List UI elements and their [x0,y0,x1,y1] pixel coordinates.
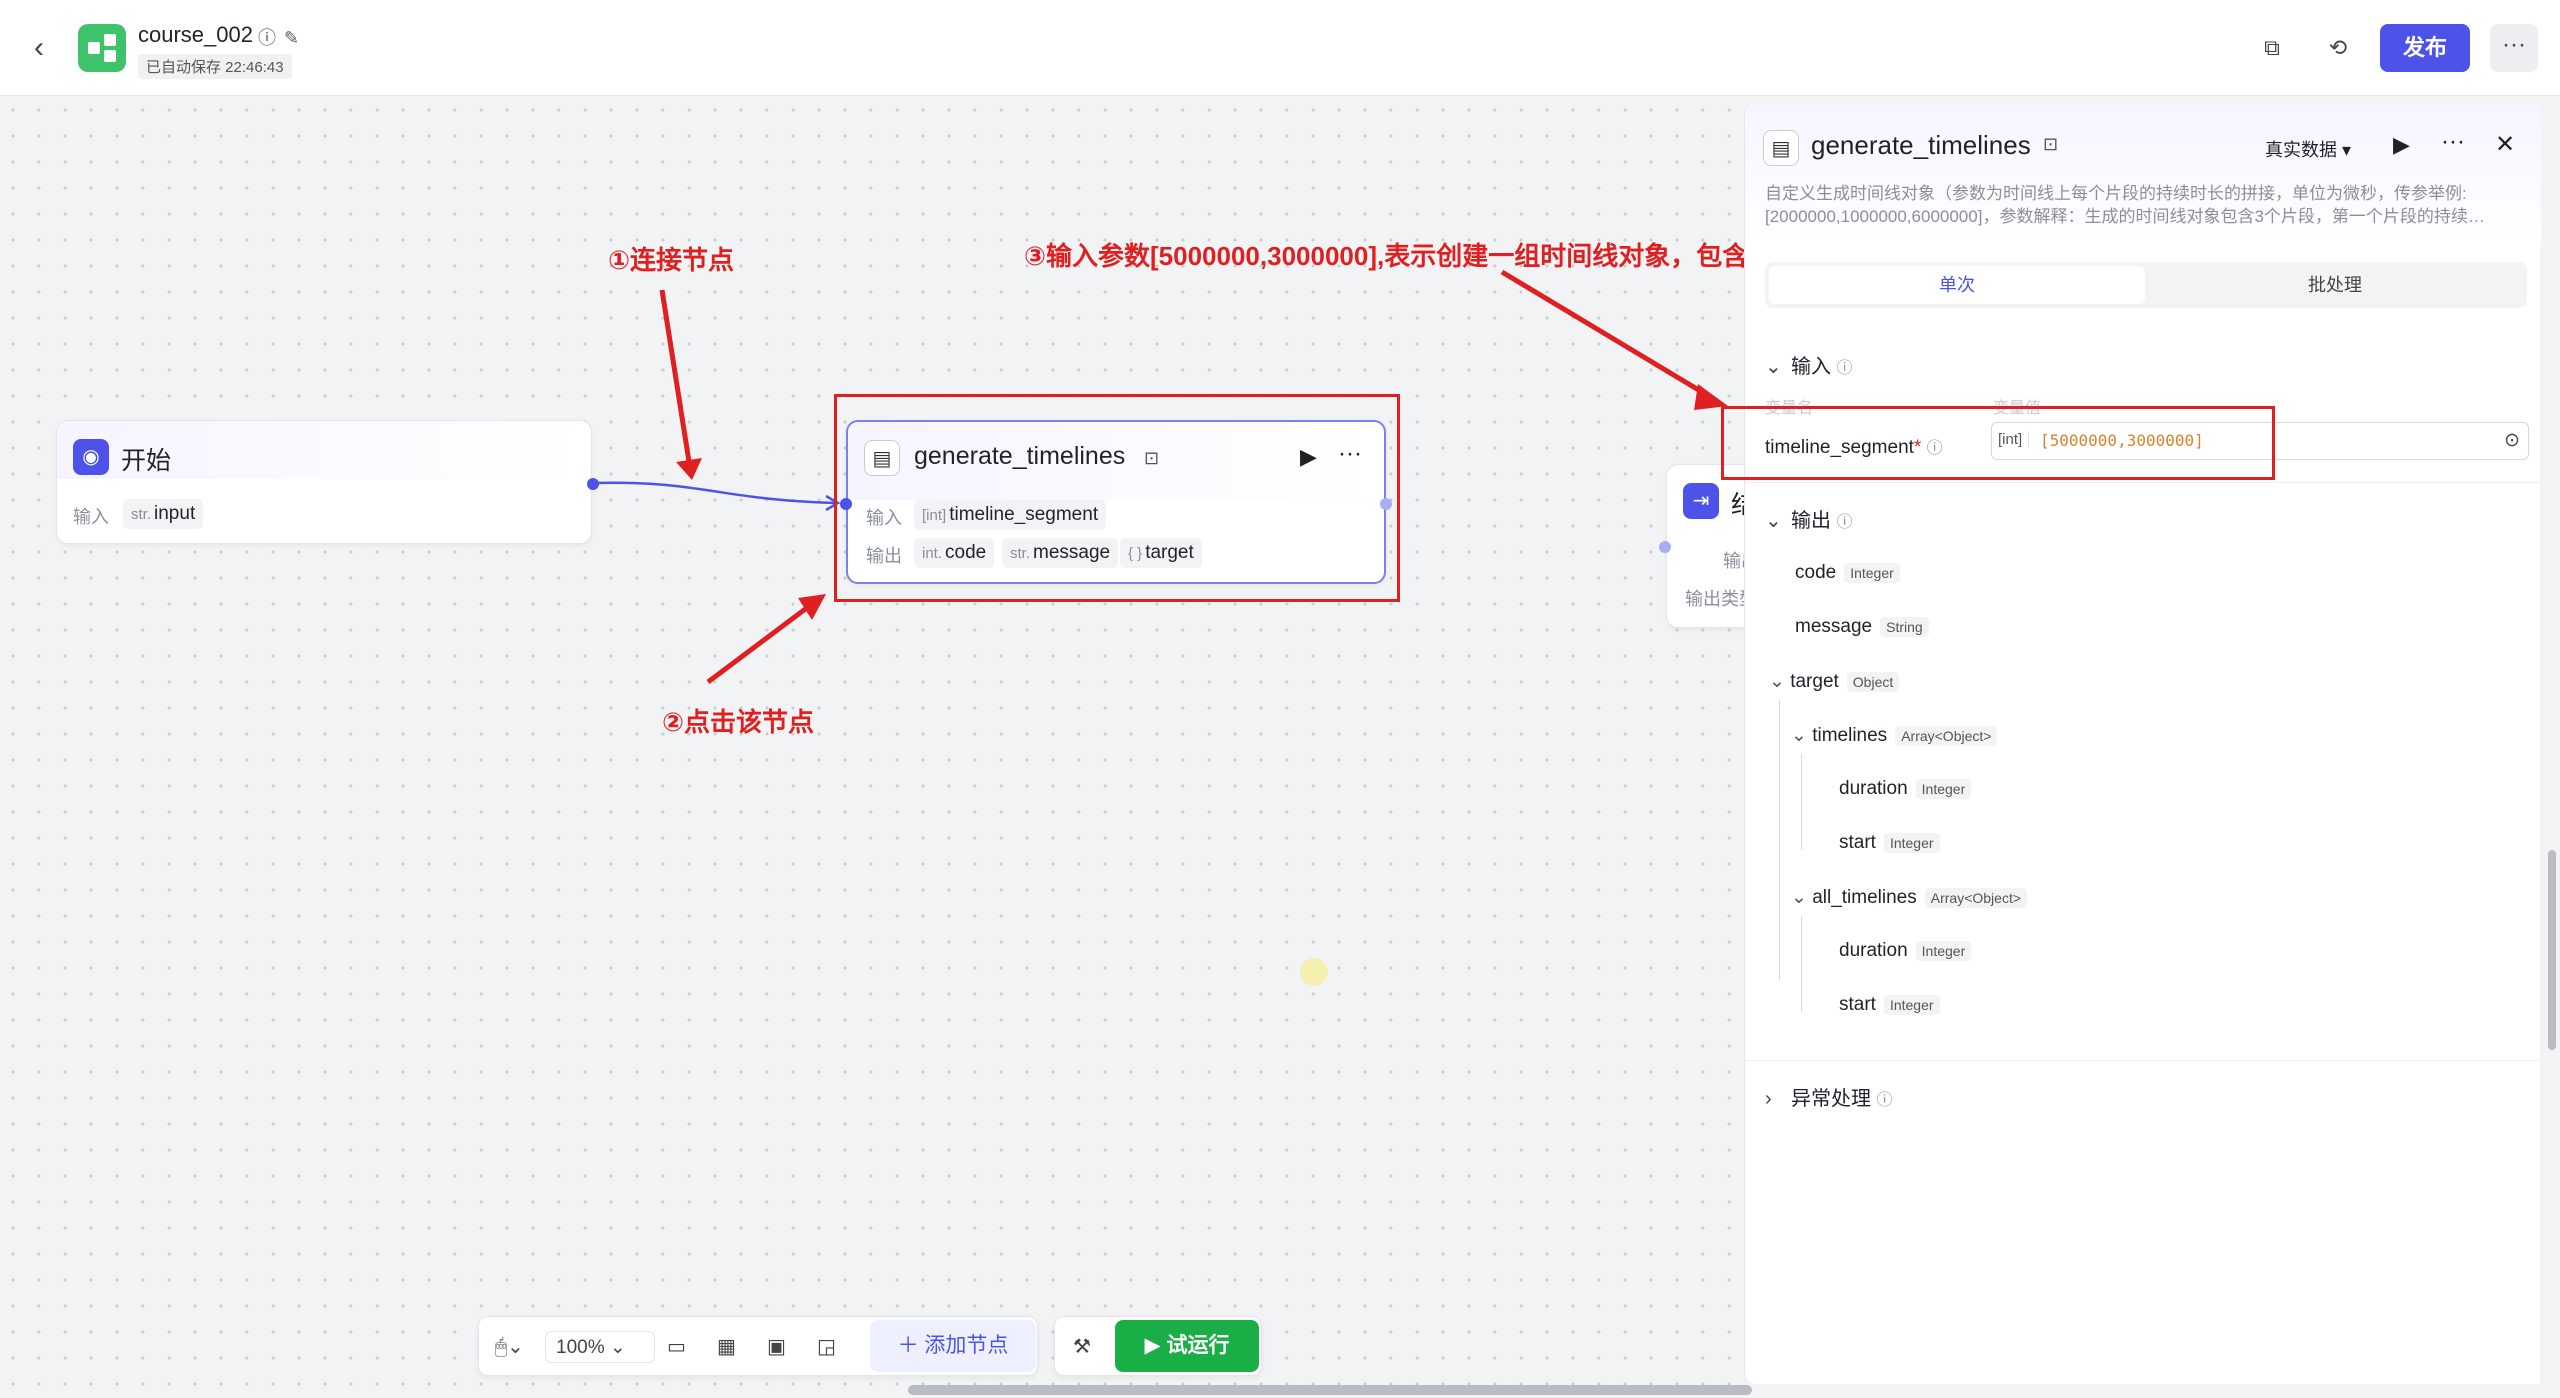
end-input-port[interactable] [1659,541,1671,553]
output-timelines[interactable]: ⌄ timelines Array<Object> [1791,724,1998,747]
panel-description: 自定义生成时间线对象（参数为时间线上每个片段的持续时长的拼接，单位为微秒，传参举… [1765,184,2485,226]
output-code: code Integer [1795,562,1900,584]
panel-more[interactable]: ··· [2441,128,2465,156]
annotation-box-input [1721,406,2275,480]
tab-batch[interactable]: 批处理 [2147,266,2523,304]
run-mode-tabs: 单次 批处理 [1765,262,2527,308]
minimap-icon[interactable]: ◲ [817,1331,836,1363]
annot-arrow-2 [706,602,814,684]
annotation-1: ①连接节点 [608,245,735,275]
input-section-header[interactable]: ⌄ 输入 ⓘ [1765,350,1853,379]
zoom-select[interactable]: 100% ⌄ [545,1331,655,1363]
tab-single[interactable]: 单次 [1769,266,2145,304]
panel-close-icon[interactable]: ✕ [2495,130,2515,159]
panel-title: generate_timelines [1811,130,2031,160]
horizontal-scrollbar[interactable] [908,1385,1752,1395]
output-message: message String [1795,616,1929,638]
copy-icon[interactable]: ⧉ [2256,32,2288,64]
publish-button[interactable]: 发布 [2380,24,2470,72]
annot-arrow-1 [659,289,693,469]
start-node[interactable]: ◉ 开始 输入 str. input [56,420,599,544]
connection-lines [591,269,1728,986]
error-handling-header[interactable]: › 异常处理 ⓘ [1765,1082,1893,1111]
start-node-icon: ◉ [73,439,109,475]
annotation-2: ②点击该节点 [662,707,815,737]
output-timelines-start: start Integer [1839,832,1940,854]
output-target[interactable]: ⌄ target Object [1769,670,1900,693]
output-all-start: start Integer [1839,994,1940,1016]
history-icon[interactable]: ⟲ [2322,32,2354,64]
node-detail-panel: ▤ generate_timelines ⊡ 真实数据 ▾ ▶ ··· ✕ 自定… [1721,104,2541,1384]
output-timelines-duration: duration Integer [1839,778,1972,800]
comment-icon[interactable]: ▭ [667,1331,686,1363]
annotation-box-node [834,394,1400,602]
start-output-port[interactable] [587,478,599,490]
start-input-tag: str. input [123,499,204,529]
annot-arrow-3 [1500,269,1714,401]
add-node-button[interactable]: ＋ 添加节点 [870,1320,1036,1372]
cursor-highlight [1300,958,1328,986]
start-input-label: 输入 [73,507,109,527]
annot-arrowhead-1 [676,458,702,480]
panel-node-icon: ▤ [1763,130,1799,166]
more-menu-button[interactable]: ··· [2490,24,2538,72]
mouse-mode-icon[interactable]: 🖱︎⌄ [495,1331,524,1363]
panel-plugin-icon: ⊡ [2043,134,2059,154]
start-node-title: 开始 [121,447,172,475]
test-run-button[interactable]: ▶ 试运行 [1115,1320,1259,1372]
image-icon[interactable]: ▣ [767,1331,786,1363]
output-all-timelines[interactable]: ⌄ all_timelines Array<Object> [1791,886,2028,909]
output-section-header[interactable]: ⌄ 输出 ⓘ [1765,504,1853,533]
output-all-duration: duration Integer [1839,940,1972,962]
expand-input-icon[interactable]: ⊙ [2504,429,2520,452]
data-mode-select[interactable]: 真实数据 ▾ [2265,136,2351,162]
edge-start-to-gen [591,481,837,505]
end-node-icon: ⇥ [1683,483,1719,519]
debug-tool-icon[interactable]: ⚒ [1073,1331,1091,1363]
panel-vertical-scrollbar[interactable] [2548,850,2556,1050]
panel-run-icon[interactable]: ▶ [2393,132,2410,158]
annot-arrowhead-2 [798,594,826,620]
grid-layout-icon[interactable]: ▦ [717,1331,736,1363]
